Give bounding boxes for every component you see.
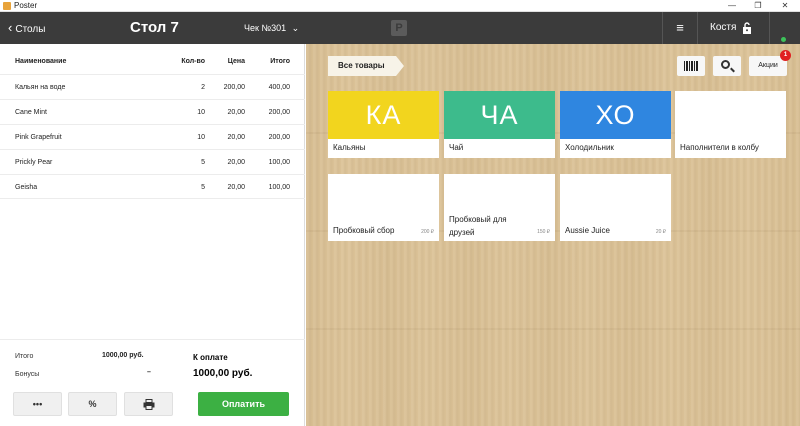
order-item-name: Cane Mint: [15, 109, 47, 116]
catalog-panel: Все товары Акции 1 КА Кальяны ЧА Чай ХО …: [306, 44, 800, 426]
product-price: 150 ₽: [537, 229, 550, 235]
print-button[interactable]: [124, 392, 173, 416]
product-price: 200 ₽: [421, 229, 434, 235]
app-icon: [3, 2, 11, 10]
bonus-value: –: [147, 369, 151, 376]
order-item-price: 20,00: [227, 159, 245, 166]
user-name[interactable]: Костя: [710, 12, 736, 44]
category-abbr: КА: [328, 91, 439, 139]
order-row[interactable]: Geisha 5 20,00 100,00: [0, 174, 305, 199]
window-title: Poster: [14, 1, 38, 10]
category-name: Наполнители в колбу: [680, 143, 759, 152]
order-item-total: 200,00: [268, 134, 290, 141]
window-titlebar: Poster — ❐ ✕: [0, 0, 800, 12]
category-tile-fillers[interactable]: Наполнители в колбу: [675, 91, 786, 158]
total-value: 1000,00 руб.: [102, 352, 144, 359]
column-header-price: Цена: [227, 58, 245, 65]
bonus-label: Бонусы: [15, 371, 40, 378]
order-item-price: 20,00: [227, 134, 245, 141]
chevron-left-icon: ‹: [8, 20, 13, 35]
column-header-name: Наименование: [15, 58, 67, 65]
order-item-price: 20,00: [227, 109, 245, 116]
header-divider: [769, 12, 770, 44]
category-name: Холодильник: [565, 143, 614, 152]
close-button[interactable]: ✕: [771, 0, 799, 12]
pay-button[interactable]: Оплатить: [198, 392, 289, 416]
to-pay-value: 1000,00 руб.: [193, 368, 253, 379]
category-tile-hookahs[interactable]: КА Кальяны: [328, 91, 439, 158]
order-item-name: Prickly Pear: [15, 159, 53, 166]
more-options-button[interactable]: •••: [13, 392, 62, 416]
category-tile-tea[interactable]: ЧА Чай: [444, 91, 555, 158]
order-row[interactable]: Prickly Pear 5 20,00 100,00: [0, 149, 305, 174]
column-header-total: Итого: [270, 58, 290, 65]
product-tile[interactable]: Aussie Juice 20 ₽: [560, 174, 671, 241]
product-name: Пробковый для друзей: [449, 215, 507, 237]
maximize-button[interactable]: ❐: [744, 0, 772, 12]
order-item-qty: 5: [201, 159, 205, 166]
category-name: Кальяны: [333, 143, 366, 152]
barcode-scan-button[interactable]: [677, 56, 705, 76]
product-name: Aussie Juice: [565, 226, 610, 235]
order-item-qty: 10: [197, 109, 205, 116]
totals-section: Итого 1000,00 руб. Бонусы – К оплате 100…: [0, 339, 305, 426]
category-abbr: ЧА: [444, 91, 555, 139]
total-label: Итого: [15, 353, 34, 360]
printer-icon: [143, 399, 154, 410]
order-item-price: 20,00: [227, 184, 245, 191]
order-panel: Наименование Кол-во Цена Итого Кальян на…: [0, 44, 305, 426]
order-item-name: Geisha: [15, 184, 38, 191]
order-item-name: Кальян на воде: [15, 84, 66, 91]
order-item-price: 200,00: [223, 84, 245, 91]
header-divider: [697, 12, 698, 44]
poster-logo-icon: P: [391, 20, 407, 36]
column-header-qty: Кол-во: [181, 58, 205, 65]
order-row[interactable]: Cane Mint 10 20,00 200,00: [0, 99, 305, 124]
lock-icon[interactable]: [742, 22, 752, 34]
search-icon: [721, 60, 730, 69]
online-status-dot: [781, 37, 786, 42]
to-pay-label: К оплате: [193, 353, 228, 362]
order-item-total: 400,00: [268, 84, 290, 91]
order-row[interactable]: Кальян на воде 2 200,00 400,00: [0, 74, 305, 99]
order-item-total: 100,00: [268, 184, 290, 191]
chevron-down-icon: ⌄: [291, 23, 300, 33]
order-item-total: 200,00: [268, 109, 290, 116]
product-tile[interactable]: Пробковый для друзей 150 ₽: [444, 174, 555, 241]
category-tile-fridge[interactable]: ХО Холодильник: [560, 91, 671, 158]
order-table-header: Наименование Кол-во Цена Итого: [0, 49, 305, 74]
minimize-button[interactable]: —: [718, 0, 746, 12]
check-label: Чек №301: [244, 23, 287, 33]
discount-button[interactable]: %: [68, 392, 117, 416]
category-name: Чай: [449, 143, 464, 152]
table-title: Стол 7: [130, 19, 179, 36]
product-tile[interactable]: Пробковый сбор 200 ₽: [328, 174, 439, 241]
promotions-badge: 1: [780, 50, 791, 61]
check-selector[interactable]: Чек №301 ⌄: [244, 12, 299, 44]
back-to-tables-button[interactable]: ‹ Столы: [8, 12, 45, 44]
order-row[interactable]: Pink Grapefruit 10 20,00 200,00: [0, 124, 305, 149]
order-item-qty: 10: [197, 134, 205, 141]
product-price: 20 ₽: [655, 229, 666, 235]
order-item-qty: 2: [201, 84, 205, 91]
product-name: Пробковый сбор: [333, 226, 395, 235]
order-item-name: Pink Grapefruit: [15, 134, 62, 141]
hamburger-icon[interactable]: ≡: [672, 12, 688, 44]
top-bar: ‹ Столы Стол 7 Чек №301 ⌄ P ≡ Костя: [0, 12, 800, 44]
breadcrumb-all-products[interactable]: Все товары: [328, 56, 404, 76]
back-label: Столы: [15, 24, 46, 35]
header-divider: [662, 12, 663, 44]
order-item-qty: 5: [201, 184, 205, 191]
order-item-total: 100,00: [268, 159, 290, 166]
barcode-icon: [684, 61, 698, 71]
category-abbr: ХО: [560, 91, 671, 139]
search-button[interactable]: [713, 56, 741, 76]
